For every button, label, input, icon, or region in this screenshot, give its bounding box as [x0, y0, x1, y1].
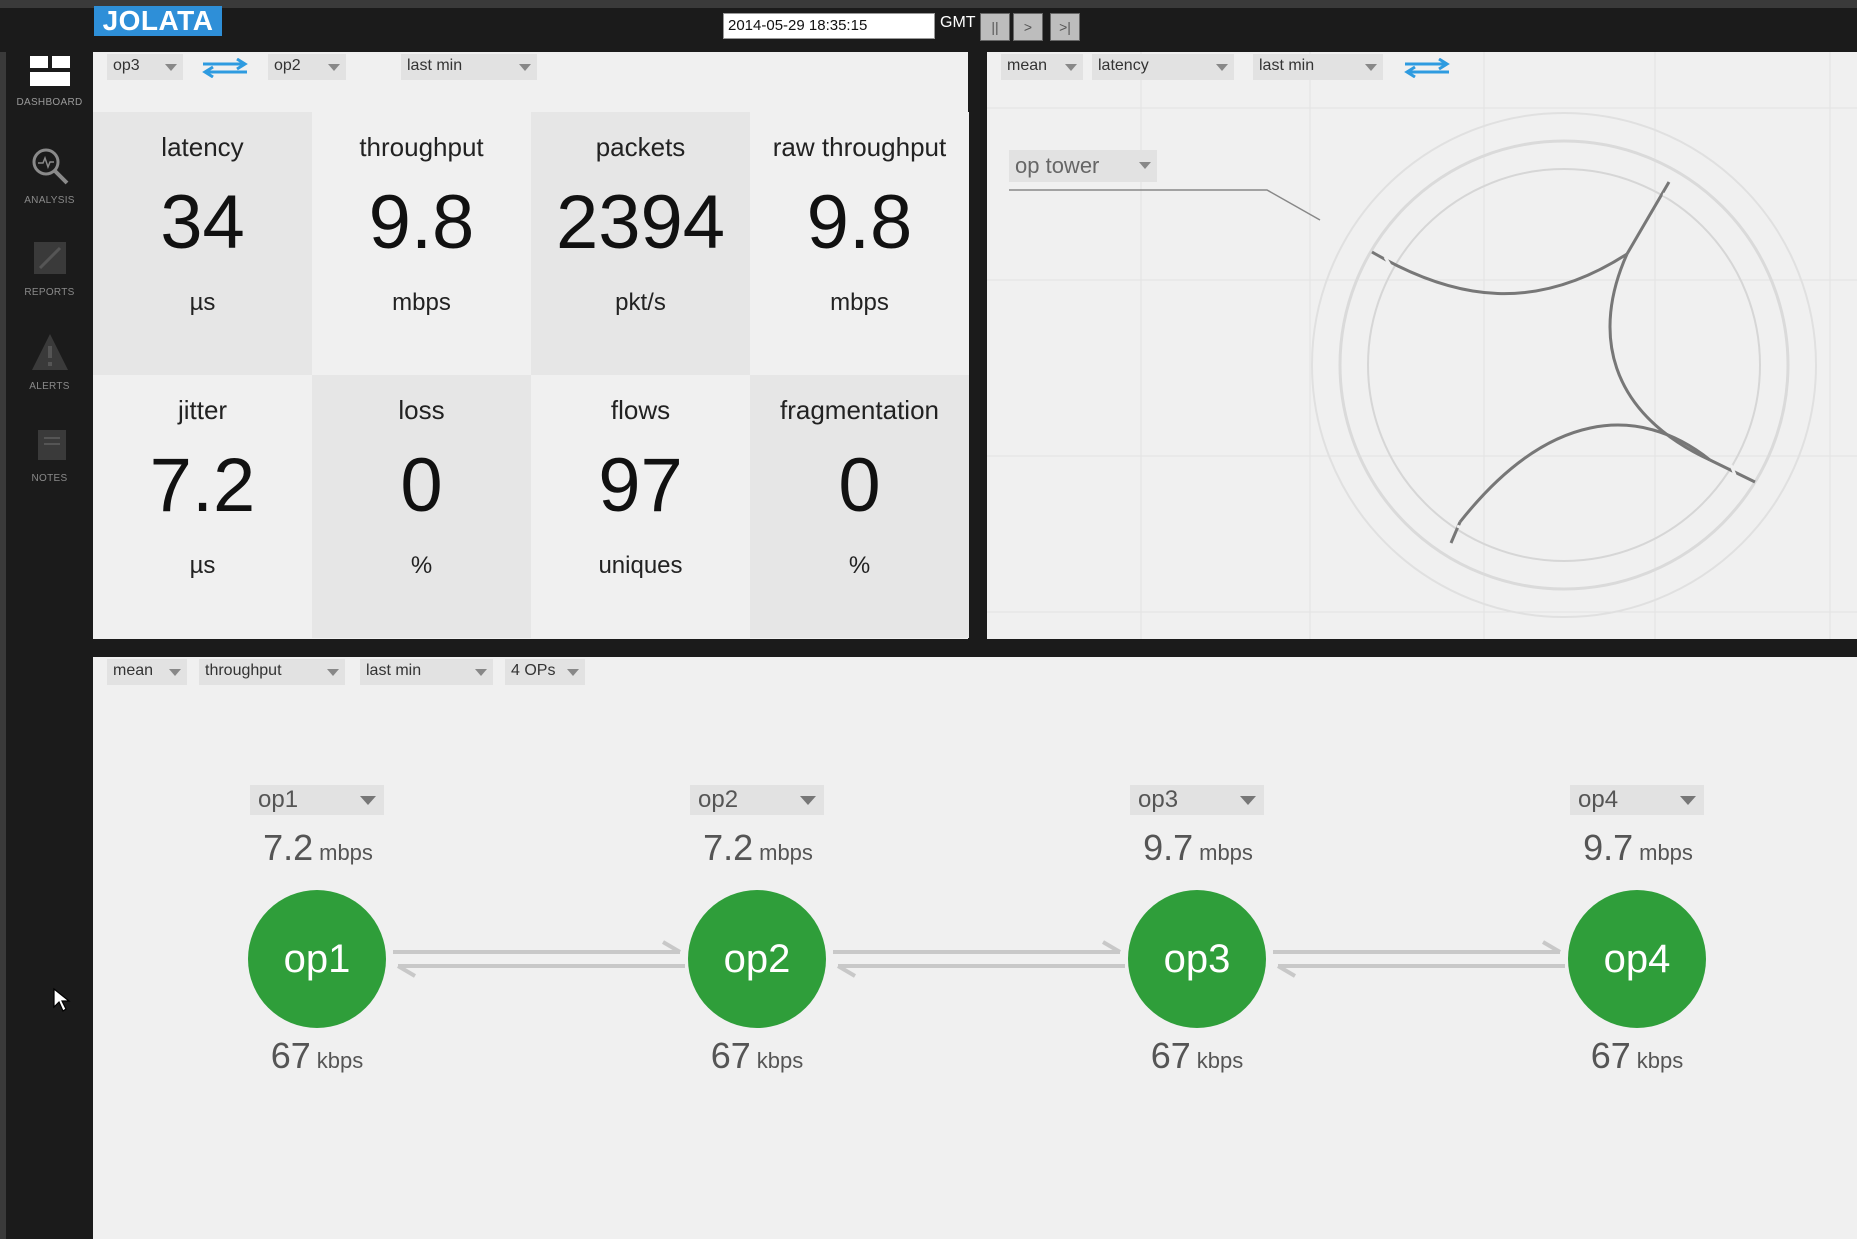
time-window-select[interactable]: last min — [1253, 54, 1383, 80]
op3-in-rate: 9.7 mbps — [1143, 827, 1253, 868]
metric-unit: % — [410, 552, 433, 579]
metric-unit: mbps — [830, 289, 889, 316]
op1-in-rate: 7.2 mbps — [263, 827, 373, 868]
sidebar-item-label: NOTES — [31, 473, 68, 484]
dashboard-icon — [29, 56, 70, 86]
sidebar-item-notes[interactable]: NOTES — [6, 424, 93, 484]
op-node-op2[interactable]: op2 — [688, 890, 826, 1028]
target-op-select[interactable]: op2 — [268, 54, 346, 80]
metric-select[interactable]: latency — [1092, 54, 1234, 80]
metric-value: 0 — [400, 443, 443, 528]
metrics-panel: op3 op2 last min latency 34 µs throughpu… — [93, 52, 969, 639]
metric-unit: uniques — [598, 552, 683, 579]
op3-select[interactable]: op3 — [1130, 785, 1264, 815]
op4-select[interactable]: op4 — [1570, 785, 1704, 815]
metric-tile-latency: latency 34 µs — [93, 112, 312, 375]
op3-out-rate: 67 kbps — [1150, 1035, 1244, 1076]
metric-value: 0 — [838, 443, 881, 528]
sidebar-item-alerts[interactable]: ALERTS — [6, 332, 93, 392]
metric-unit: µs — [189, 289, 216, 316]
metric-tile-jitter: jitter 7.2 µs — [93, 375, 312, 638]
op-node-op3[interactable]: op3 — [1128, 890, 1266, 1028]
op2-select[interactable]: op2 — [690, 785, 824, 815]
metric-label: fragmentation — [780, 395, 939, 425]
sidebar-item-analysis[interactable]: ANALYSIS — [6, 146, 93, 206]
link-op3-op4 — [1273, 940, 1565, 978]
aggregate-select[interactable]: mean — [1001, 54, 1083, 80]
alert-icon — [31, 334, 68, 370]
pause-button[interactable]: || — [980, 13, 1010, 41]
link-op2-op3 — [833, 940, 1125, 978]
metric-tile-fragmentation: fragmentation 0 % — [750, 375, 969, 638]
source-op-select[interactable]: op3 — [107, 54, 183, 80]
metric-unit: % — [848, 552, 871, 579]
metric-tile-loss: loss 0 % — [312, 375, 531, 638]
metric-tile-throughput: throughput 9.8 mbps — [312, 112, 531, 375]
reports-icon — [33, 242, 66, 274]
metric-unit: mbps — [392, 289, 451, 316]
tower-panel: mean latency last min op tower — [987, 52, 1857, 639]
metric-value: 34 — [160, 180, 245, 265]
sidebar-item-reports[interactable]: REPORTS — [6, 238, 93, 298]
metric-value: 2394 — [555, 180, 726, 265]
flow-panel: mean throughput last min 4 OPs op1 7.2 mb… — [93, 657, 1857, 1239]
timezone-label: GMT — [940, 14, 976, 31]
metric-tile-raw-throughput: raw throughput 9.8 mbps — [750, 112, 969, 375]
sidebar-item-label: REPORTS — [24, 287, 75, 298]
app-logo: JOLATA — [94, 6, 222, 36]
metric-unit: µs — [189, 552, 216, 579]
op4-out-rate: 67 kbps — [1590, 1035, 1684, 1076]
metric-value: 7.2 — [149, 443, 256, 528]
datetime-input[interactable]: 2014-05-29 18:35:15 — [723, 13, 935, 39]
metric-label: throughput — [359, 132, 484, 162]
metric-unit: pkt/s — [615, 289, 666, 316]
op1-select[interactable]: op1 — [250, 785, 384, 815]
metric-value: 97 — [598, 443, 683, 528]
metric-label: flows — [610, 395, 671, 425]
metric-label: latency — [161, 132, 244, 162]
op4-in-rate: 9.7 mbps — [1583, 827, 1693, 868]
tower-visualization — [987, 52, 1857, 639]
metric-value: 9.8 — [806, 180, 913, 265]
metric-label: jitter — [177, 395, 228, 425]
step-forward-button[interactable]: > — [1013, 13, 1043, 41]
op2-out-rate: 67 kbps — [710, 1035, 804, 1076]
link-op1-op2 — [393, 940, 685, 978]
metric-value: 9.8 — [368, 180, 475, 265]
sidebar-item-label: ANALYSIS — [24, 195, 75, 206]
magnifier-icon — [32, 148, 68, 185]
metric-tile-flows: flows 97 uniques — [531, 375, 750, 638]
metric-tile-packets: packets 2394 pkt/s — [531, 112, 750, 375]
op2-in-rate: 7.2 mbps — [703, 827, 813, 868]
metric-label: raw throughput — [772, 132, 947, 162]
mouse-cursor-icon — [53, 987, 71, 1012]
metric-label: loss — [398, 395, 445, 425]
swap-direction-icon[interactable] — [1401, 58, 1453, 78]
time-window-select[interactable]: last min — [401, 54, 537, 80]
op-node-op4[interactable]: op4 — [1568, 890, 1706, 1028]
notes-icon — [37, 430, 66, 460]
metric-label: packets — [595, 132, 686, 162]
op1-out-rate: 67 kbps — [270, 1035, 364, 1076]
sidebar-item-label: DASHBOARD — [16, 97, 83, 108]
sidebar-item-dashboard[interactable]: DASHBOARD — [6, 56, 93, 108]
sidebar: DASHBOARD ANALYSIS REPORTS ALERTS NOTES — [0, 52, 93, 1239]
sidebar-item-label: ALERTS — [29, 381, 70, 392]
tower-select[interactable]: op tower — [1009, 150, 1157, 182]
swap-direction-icon[interactable] — [199, 58, 251, 78]
op-node-op1[interactable]: op1 — [248, 890, 386, 1028]
jump-to-end-button[interactable]: >| — [1050, 13, 1080, 41]
